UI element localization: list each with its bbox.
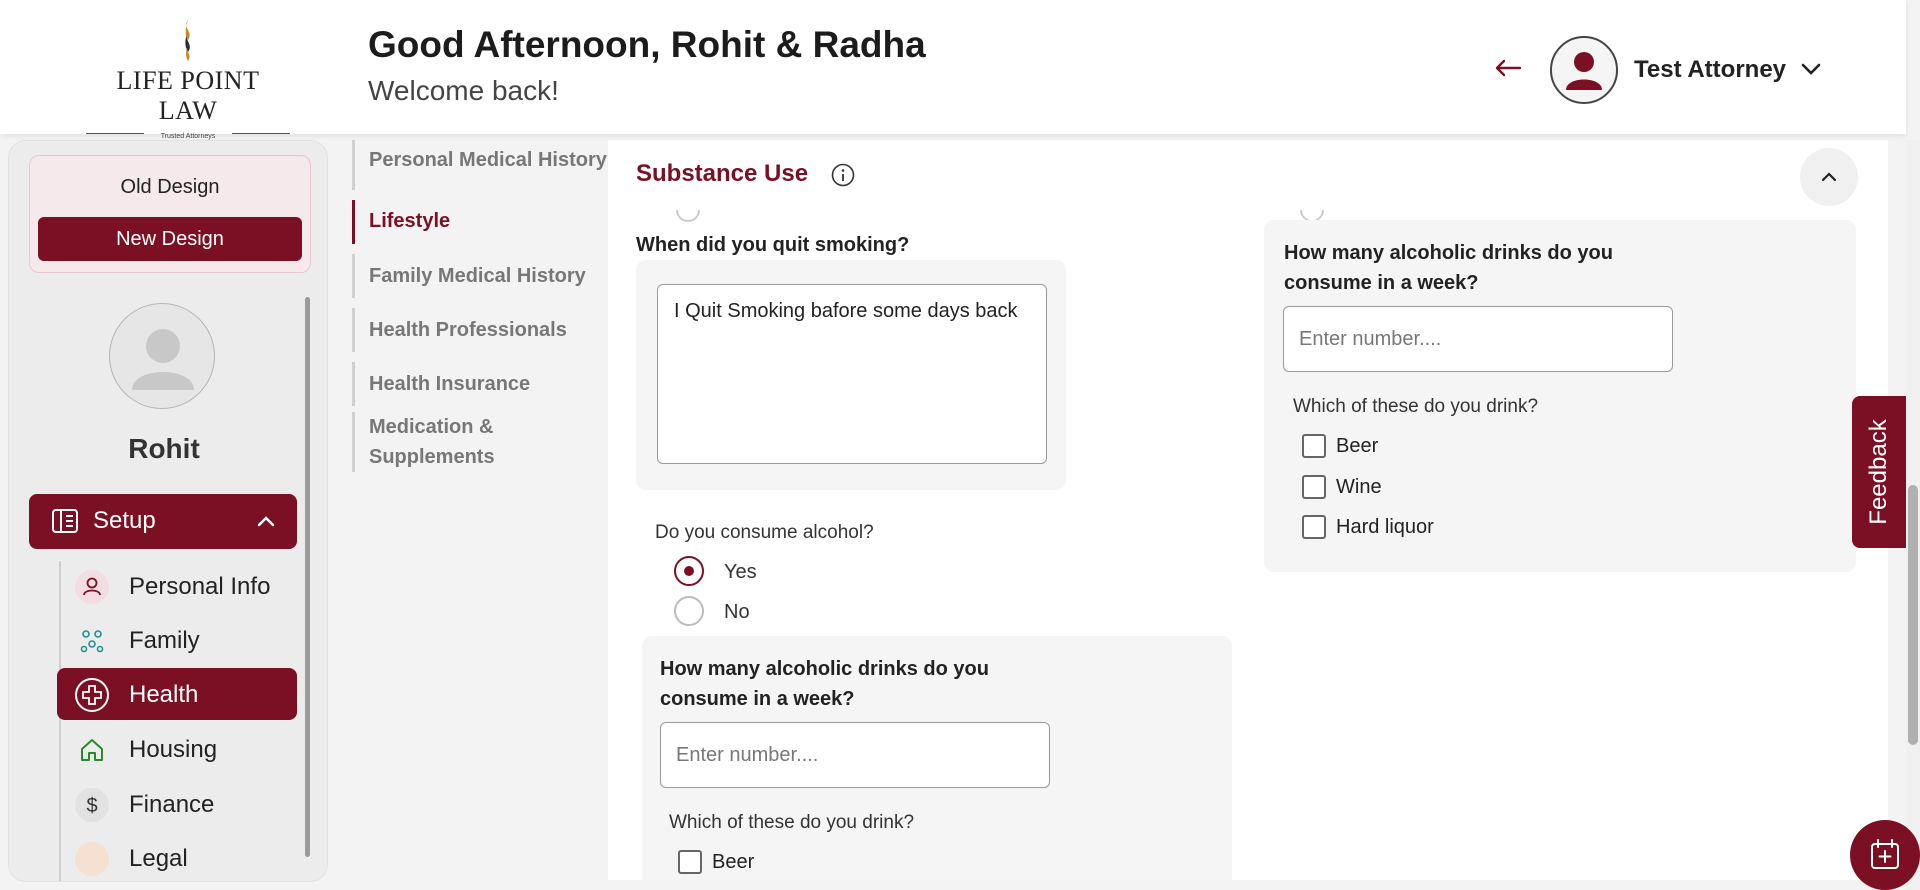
dollar-icon: $ <box>75 788 109 822</box>
beer-label: Beer <box>712 851 755 873</box>
health-cross-icon <box>75 678 109 712</box>
sidebar-item-personal-info[interactable]: Personal Info <box>57 560 297 612</box>
sidebar-item-label: Legal <box>129 845 188 872</box>
company-logo[interactable]: LIFE POINT LAW Trusted Attorneys <box>86 18 290 140</box>
feedback-tab[interactable]: Feedback <box>1852 396 1906 548</box>
sidebar-item-label: Personal Info <box>129 573 271 600</box>
user-avatar <box>109 303 215 409</box>
logo-wordmark: LIFE POINT LAW <box>116 66 260 125</box>
subnav-bar <box>352 254 355 298</box>
subnav-health-insurance[interactable]: Health Insurance <box>352 362 608 406</box>
alcohol-no-radio[interactable] <box>674 596 704 626</box>
subnav-personal-medical-history[interactable]: Personal Medical History <box>352 140 608 190</box>
profile-name[interactable]: Test Attorney <box>1634 56 1786 84</box>
setup-toggle[interactable]: Setup <box>29 494 297 549</box>
quit-smoking-textarea[interactable]: I Quit Smoking bafore some days back <box>657 284 1047 464</box>
section-title: Substance Use <box>636 160 809 187</box>
beer-checkbox-right[interactable] <box>1302 434 1326 458</box>
subnav-label: Lifestyle <box>369 210 451 232</box>
sidebar-item-health[interactable]: Health <box>57 668 297 720</box>
beer-label-right: Beer <box>1336 435 1379 457</box>
left-sidebar: Old Design New Design Rohit Setup Person… <box>8 140 328 882</box>
svg-text:$: $ <box>86 795 97 817</box>
wine-checkbox-right[interactable] <box>1302 475 1326 499</box>
alcohol-question: Do you consume alcohol? <box>655 522 874 543</box>
info-icon[interactable] <box>830 162 856 188</box>
subnav-label: Medication & Supplements <box>369 416 495 468</box>
drinks-number-input[interactable]: Enter number.... <box>660 722 1050 788</box>
sidebar-item-label: Housing <box>129 736 218 763</box>
profile-avatar[interactable] <box>1550 36 1618 104</box>
feedback-label: Feedback <box>1865 419 1892 525</box>
subnav-bar <box>352 308 355 352</box>
hard-liquor-label-right: Hard liquor <box>1336 516 1434 538</box>
hard-liquor-checkbox-right[interactable] <box>1302 515 1326 539</box>
collapse-section-button[interactable] <box>1800 148 1858 206</box>
sidebar-item-housing[interactable]: Housing <box>57 723 297 775</box>
sidebar-item-finance[interactable]: $ Finance <box>57 778 297 830</box>
logo-rule: Trusted Attorneys <box>86 128 290 140</box>
subnav-bar <box>352 140 355 190</box>
drinks-question: How many alcoholic drinks do you consume… <box>660 658 989 710</box>
subnav-label: Health Insurance <box>369 373 531 395</box>
sidebar-item-label: Finance <box>129 791 215 818</box>
wine-label-right: Wine <box>1336 476 1382 498</box>
sidebar-item-legal[interactable]: Legal <box>57 832 297 881</box>
drinks-number-input-right[interactable]: Enter number.... <box>1283 306 1673 372</box>
top-header: LIFE POINT LAW Trusted Attorneys Good Af… <box>0 0 1906 140</box>
subnav-label: Health Professionals <box>369 319 567 341</box>
house-icon <box>75 733 109 767</box>
greeting-subtitle: Welcome back! <box>368 75 559 106</box>
chevron-up-icon <box>255 511 277 533</box>
sidebar-item-label: Health <box>129 681 199 708</box>
back-arrow-icon[interactable] <box>1490 50 1526 86</box>
old-design-button[interactable]: Old Design <box>30 176 310 199</box>
alcohol-no-label: No <box>724 601 750 623</box>
design-switcher: Old Design New Design <box>29 155 311 273</box>
subnav-health-professionals[interactable]: Health Professionals <box>352 308 608 352</box>
sidebar-item-family[interactable]: Family <box>57 614 297 666</box>
scrollbar-thumb[interactable] <box>1908 485 1918 745</box>
chevron-down-icon[interactable] <box>1796 54 1826 84</box>
alcohol-yes-radio[interactable] <box>674 556 704 586</box>
drinks-question-right: How many alcoholic drinks do you consume… <box>1284 242 1613 294</box>
add-calendar-button[interactable] <box>1850 820 1920 890</box>
health-subnav: Personal Medical History Lifestyle Famil… <box>352 140 608 472</box>
subnav-medication-supplements[interactable]: Medication & Supplements <box>352 412 608 472</box>
which-drink-label: Which of these do you drink? <box>669 812 915 833</box>
subnav-label: Family Medical History <box>369 265 586 287</box>
alcohol-yes-label: Yes <box>724 561 757 583</box>
main-content: Substance Use When did you quit smoking?… <box>608 140 1888 880</box>
setup-label: Setup <box>93 507 156 534</box>
subnav-lifestyle[interactable]: Lifestyle <box>352 200 608 244</box>
family-icon <box>75 624 109 658</box>
new-design-button[interactable]: New Design <box>38 217 302 261</box>
sidebar-scrollbar[interactable] <box>305 297 310 857</box>
legal-icon <box>75 842 109 876</box>
subnav-bar <box>352 362 355 406</box>
logo-tagline: Trusted Attorneys <box>160 133 216 140</box>
clipped-radio <box>676 210 700 222</box>
which-drink-label-right: Which of these do you drink? <box>1293 396 1539 417</box>
user-name: Rohit <box>128 433 200 464</box>
subnav-family-medical-history[interactable]: Family Medical History <box>352 254 608 298</box>
page-scrollbar[interactable] <box>1906 140 1920 890</box>
quit-smoking-question: When did you quit smoking? <box>636 234 910 256</box>
sidebar-item-label: Family <box>129 627 200 654</box>
logo-flame-icon <box>174 18 202 62</box>
calendar-plus-icon <box>1871 839 1899 869</box>
subnav-bar <box>352 200 355 244</box>
person-icon <box>75 570 109 604</box>
subnav-bar <box>352 412 355 472</box>
setup-book-icon <box>51 507 79 535</box>
greeting-title: Good Afternoon, Rohit & Radha <box>368 24 926 65</box>
beer-checkbox[interactable] <box>678 850 702 874</box>
subnav-label: Personal Medical History <box>369 149 607 171</box>
clipped-radio <box>1300 210 1324 222</box>
